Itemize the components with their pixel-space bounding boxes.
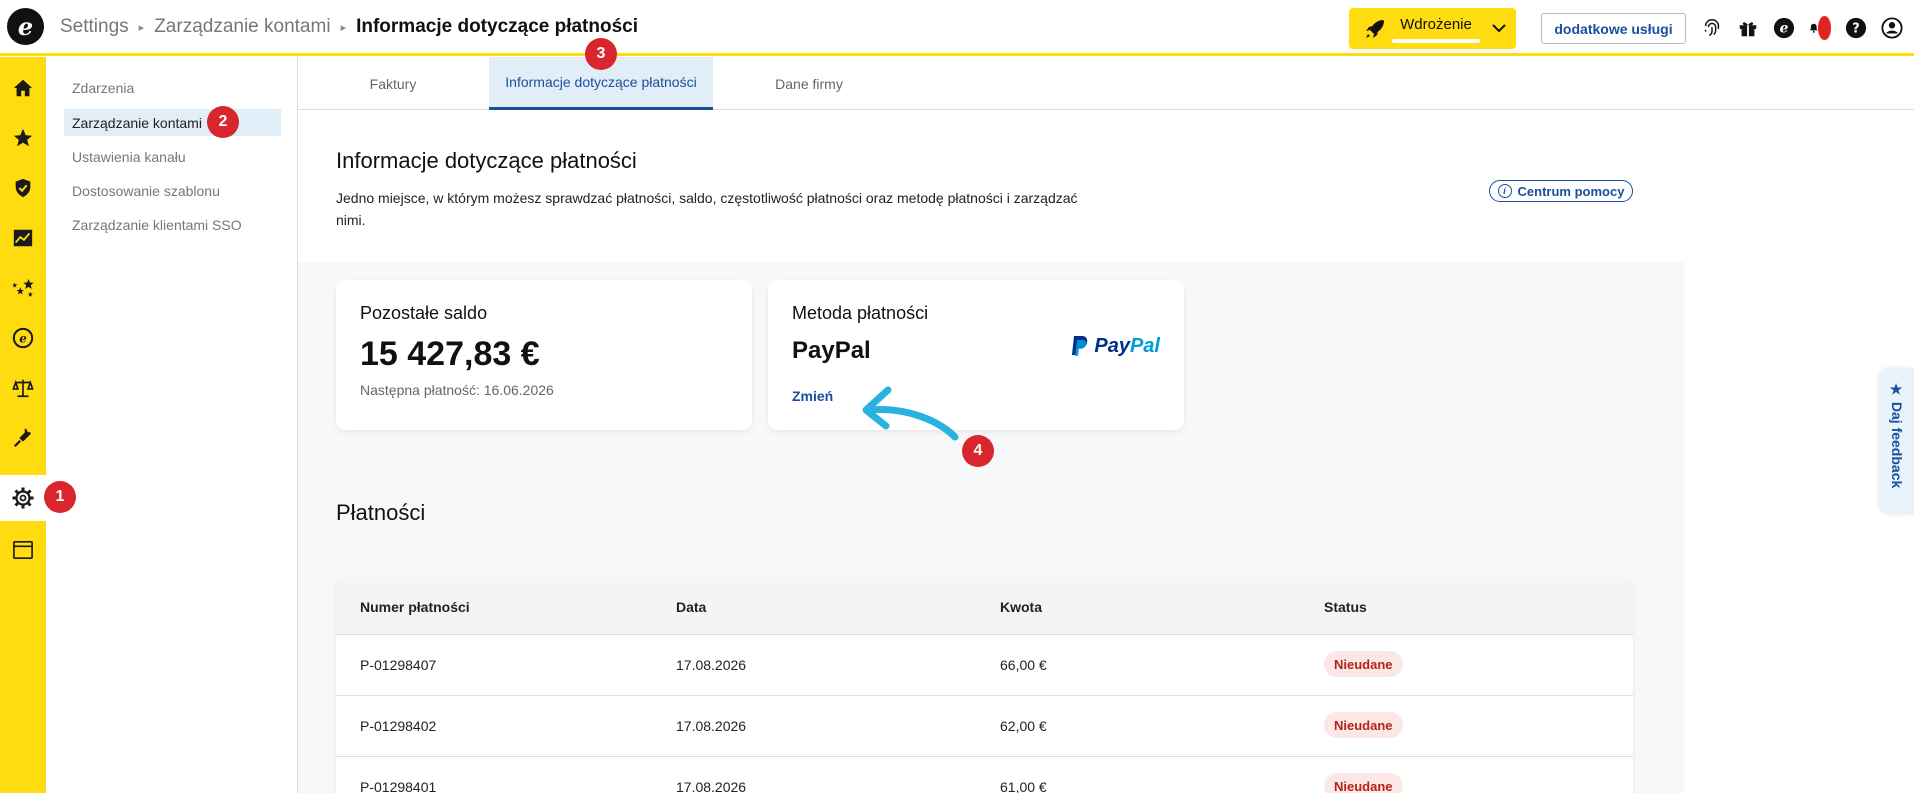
gear-icon[interactable] [0, 475, 46, 521]
subnav-item-sso[interactable]: Zarządzanie klientami SSO [64, 211, 326, 238]
subnav-item-template[interactable]: Dostosowanie szablonu [64, 177, 326, 204]
status-badge: Nieudane [1324, 651, 1403, 677]
help-icon[interactable]: ? [1844, 16, 1868, 40]
payment-id: P-01298401 [360, 779, 437, 793]
breadcrumb-current: Informacje dotyczące płatności [356, 16, 639, 37]
page-title: Informacje dotyczące płatności [336, 148, 637, 173]
implementation-dropdown[interactable]: Wdrożenie [1349, 8, 1516, 49]
notification-dot [1818, 16, 1831, 40]
e-coin-icon[interactable]: e [0, 315, 46, 361]
payment-amount: 62,00 € [1000, 718, 1047, 734]
payment-method-card: Metoda płatności PayPal Zmień Pay Pal [768, 280, 1184, 430]
svg-text:e: e [19, 332, 27, 346]
info-icon: i [1497, 184, 1512, 198]
stars-icon[interactable] [0, 265, 46, 311]
e-logo-icon[interactable]: e [1772, 16, 1796, 40]
subnav-item-events[interactable]: Zdarzenia [64, 74, 326, 101]
step-badge-3: 3 [585, 38, 617, 70]
next-payment: Następna płatność: 16.06.2026 [360, 382, 554, 398]
balance-card: Pozostałe saldo 15 427,83 € Następna pła… [336, 280, 752, 430]
gift-icon[interactable] [1736, 16, 1760, 40]
table-row[interactable]: P-01298401 17.08.2026 61,00 € Nieudane [336, 757, 1633, 793]
annotation-arrow-icon [862, 386, 959, 441]
payment-amount: 61,00 € [1000, 779, 1047, 793]
column-header-id: Numer płatności [360, 599, 470, 615]
status-badge: Nieudane [1324, 773, 1403, 793]
paypal-p-icon [1072, 336, 1088, 356]
svg-text:?: ? [1852, 22, 1859, 37]
star-icon[interactable] [0, 115, 46, 161]
breadcrumb-account-management[interactable]: Zarządzanie kontami [154, 16, 330, 38]
table-header: Numer płatności Data Kwota Status [336, 578, 1633, 635]
payment-date: 17.08.2026 [676, 657, 747, 673]
column-header-amount: Kwota [1000, 599, 1042, 615]
balance-amount: 15 427,83 € [360, 335, 540, 373]
chevron-right-icon: ▸ [340, 21, 347, 34]
fingerprint-icon[interactable] [1700, 16, 1724, 40]
payment-id: P-01298407 [360, 657, 437, 673]
feedback-label: ★ Daj feedback [1889, 382, 1905, 489]
bell-icon[interactable] [1808, 16, 1832, 40]
payments-section-title: Płatności [336, 500, 426, 525]
breadcrumb: Settings ▸ Zarządzanie kontami ▸ Informa… [60, 16, 638, 38]
icon-rail: e [0, 57, 46, 793]
home-icon[interactable] [0, 65, 46, 111]
payment-method-title: Metoda płatności [792, 303, 929, 323]
help-center-label: Centrum pomocy [1517, 183, 1625, 199]
paypal-logo-text-1: Pay [1094, 334, 1130, 357]
help-center-button[interactable]: i Centrum pomocy [1489, 180, 1633, 202]
breadcrumb-settings[interactable]: Settings [60, 16, 129, 38]
balance-title: Pozostałe saldo [360, 303, 488, 323]
settings-subnav: Zdarzenia Zarządzanie kontami Ustawienia… [46, 57, 298, 793]
payment-amount: 66,00 € [1000, 657, 1047, 673]
payment-method-name: PayPal [792, 337, 871, 364]
paypal-logo: Pay Pal [1070, 334, 1160, 358]
payments-table: Numer płatności Data Kwota Status P-0129… [336, 578, 1633, 793]
payment-date: 17.08.2026 [676, 779, 747, 793]
plug-icon[interactable] [0, 415, 46, 461]
step-badge-2: 2 [207, 106, 239, 138]
app-logo[interactable]: e [7, 8, 44, 45]
chevron-down-icon [1492, 24, 1506, 33]
table-row[interactable]: P-01298407 17.08.2026 66,00 € Nieudane [336, 635, 1633, 696]
user-icon[interactable] [1880, 16, 1904, 40]
chart-icon[interactable] [0, 215, 46, 261]
payment-id: P-01298402 [360, 718, 437, 734]
tab-invoices[interactable]: Faktury [298, 57, 488, 110]
top-header: e Settings ▸ Zarządzanie kontami ▸ Infor… [0, 0, 1914, 56]
subnav-item-channel-settings[interactable]: Ustawienia kanału [64, 143, 326, 170]
extra-services-button[interactable]: dodatkowe usługi [1541, 13, 1686, 44]
tab-bar: Faktury Informacje dotyczące płatności D… [298, 57, 1914, 110]
svg-text:e: e [1780, 21, 1789, 37]
window-icon[interactable] [0, 527, 46, 573]
column-header-status: Status [1324, 599, 1367, 615]
scale-icon[interactable] [0, 365, 46, 411]
chevron-right-icon: ▸ [138, 21, 145, 34]
implementation-label: Wdrożenie [1400, 16, 1472, 33]
shield-icon[interactable] [0, 165, 46, 211]
status-badge: Nieudane [1324, 712, 1403, 738]
change-payment-link[interactable]: Zmień [792, 388, 833, 404]
header-icons: e ? [1700, 16, 1904, 40]
tab-company-data[interactable]: Dane firmy [714, 57, 904, 110]
paypal-logo-text-2: Pal [1129, 334, 1160, 357]
step-badge-4: 4 [962, 435, 994, 467]
column-header-date: Data [676, 599, 707, 615]
feedback-tab[interactable]: ★ Daj feedback [1880, 368, 1914, 514]
rocket-icon [1366, 20, 1384, 38]
subnav-item-account-management[interactable]: Zarządzanie kontami [64, 109, 281, 136]
page-description: Jedno miejsce, w którym możesz sprawdzać… [336, 190, 1078, 228]
step-badge-1: 1 [44, 481, 76, 513]
progress-underline [1392, 39, 1480, 43]
table-row[interactable]: P-01298402 17.08.2026 62,00 € Nieudane [336, 696, 1633, 757]
payment-date: 17.08.2026 [676, 718, 747, 734]
